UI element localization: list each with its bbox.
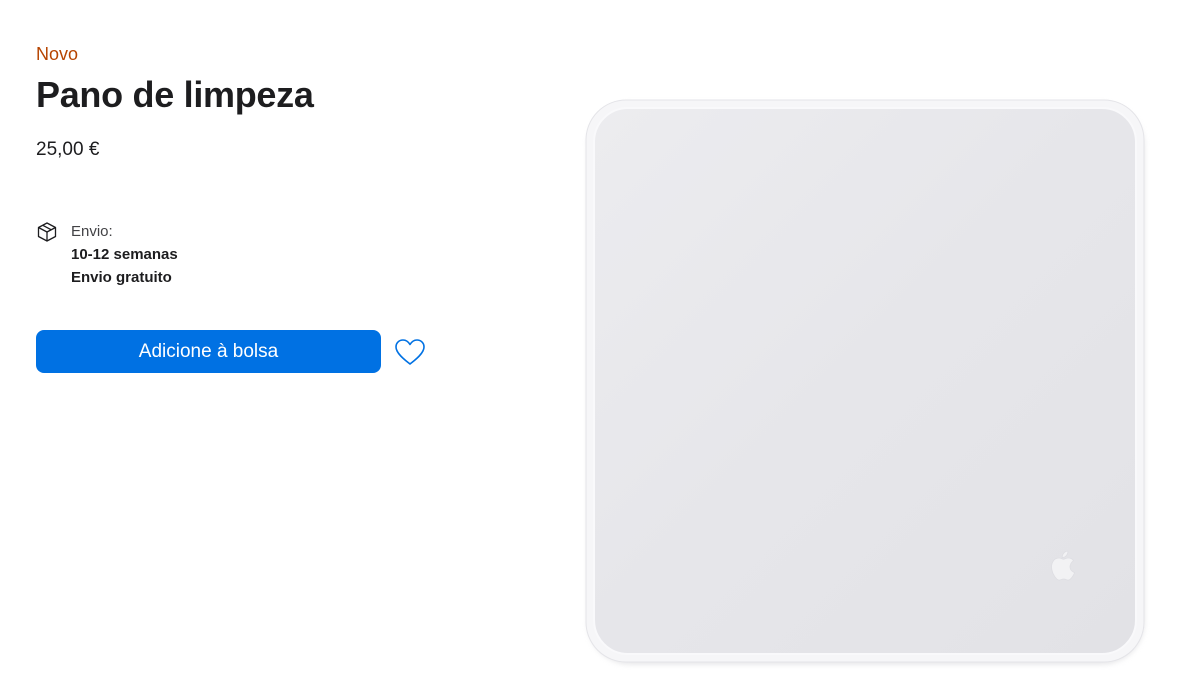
shipping-text: Envio: 10-12 semanas Envio gratuito: [71, 220, 178, 289]
shipping-time: 10-12 semanas: [71, 246, 178, 263]
new-badge: Novo: [36, 44, 79, 64]
product-title: Pano de limpeza: [36, 74, 314, 115]
box-icon: [36, 221, 58, 243]
shipping-info: Envio: 10-12 semanas Envio gratuito: [36, 220, 376, 290]
add-to-bag-button[interactable]: Adicione à bolsa: [36, 330, 381, 373]
shipping-cost: Envio gratuito: [71, 269, 172, 286]
shipping-label: Envio:: [71, 223, 113, 240]
product-price: 25,00 €: [36, 139, 100, 160]
product-image: [582, 96, 1150, 670]
heart-icon[interactable]: [393, 337, 427, 367]
